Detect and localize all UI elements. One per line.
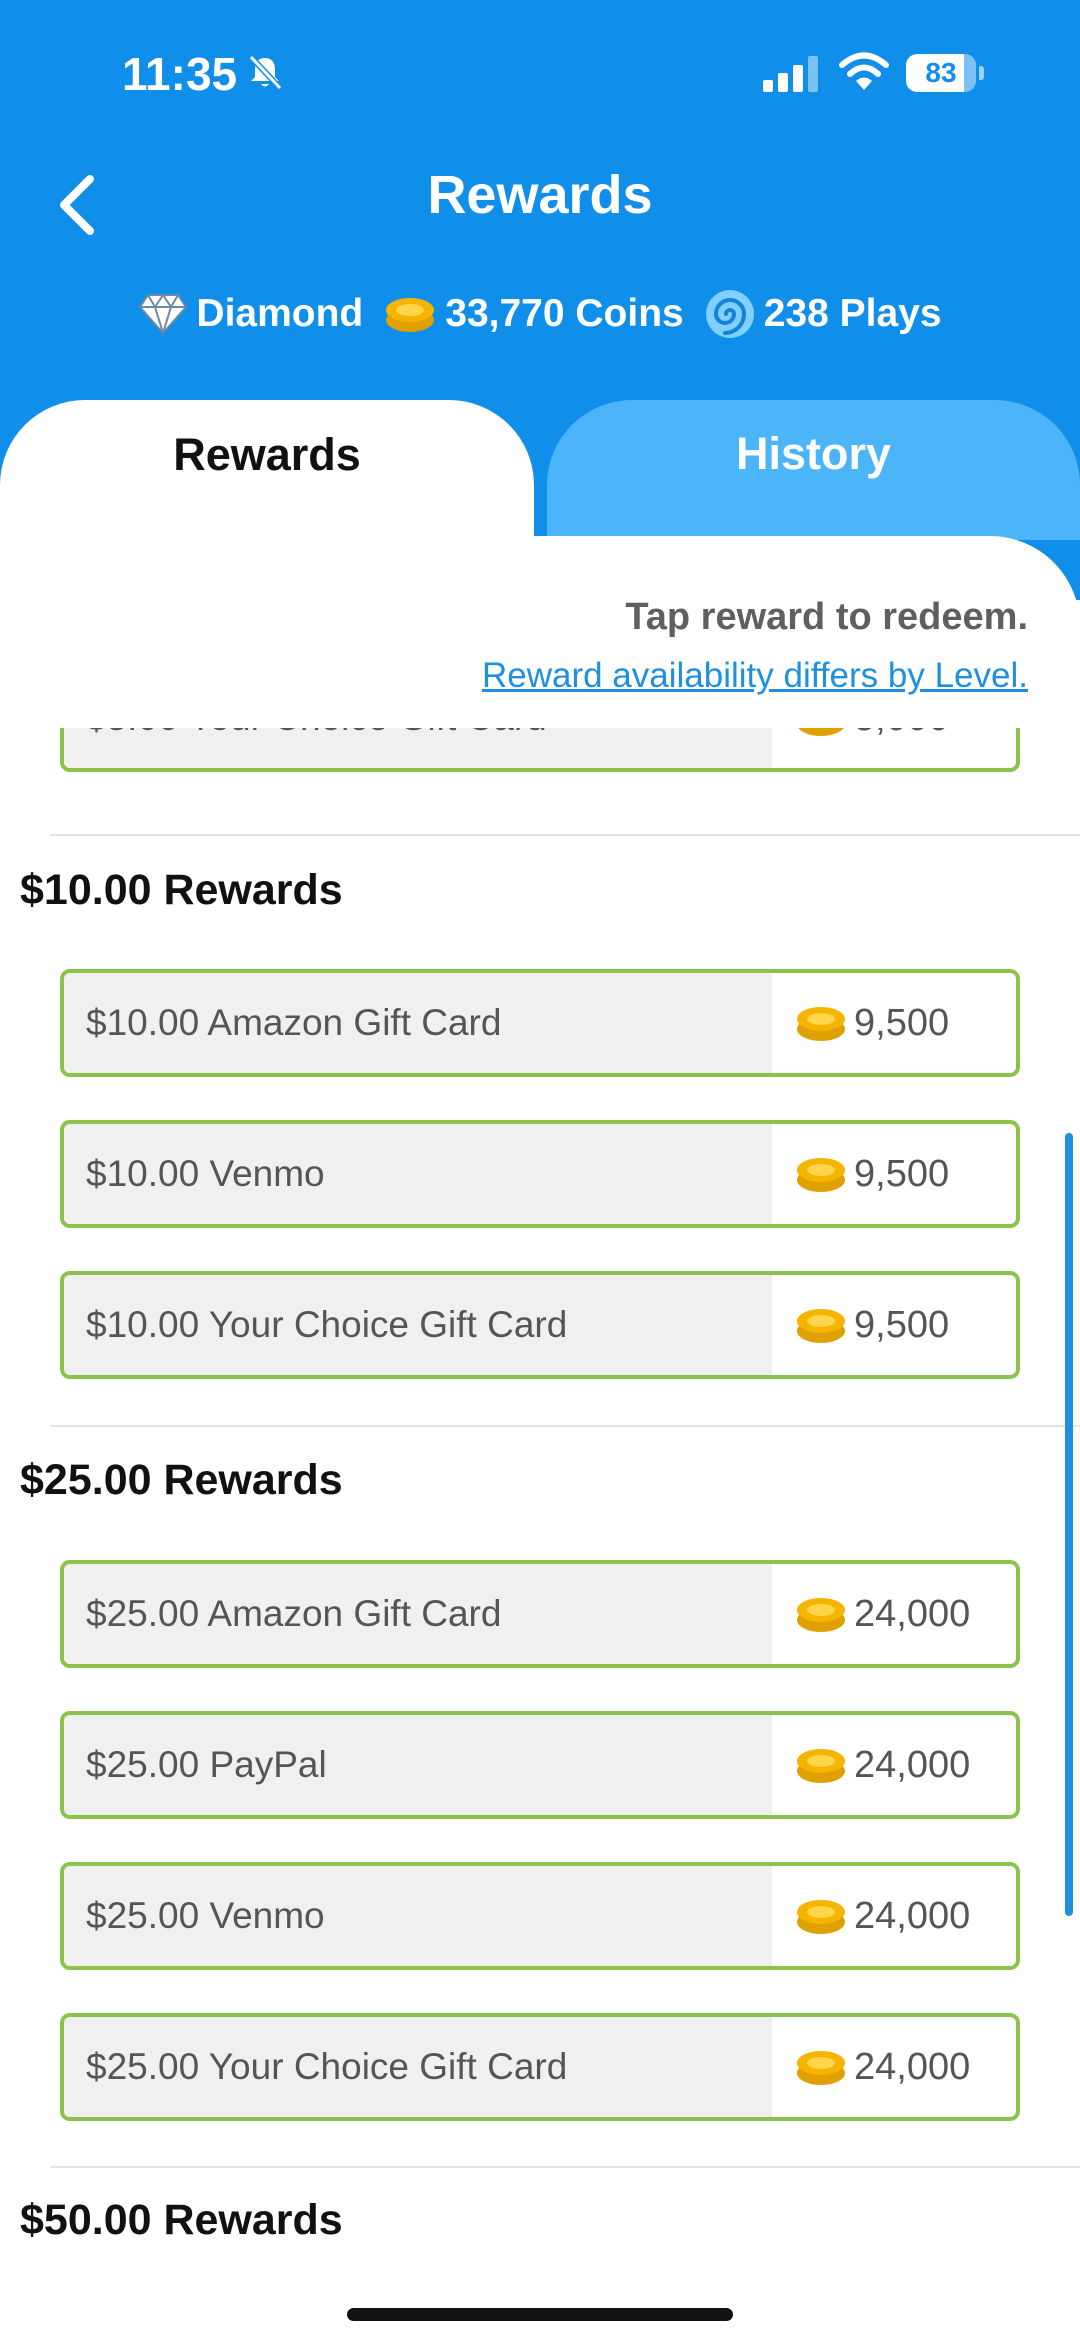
availability-link[interactable]: Reward availability differs by Level.	[482, 651, 1028, 701]
coins-label: 33,770 Coins	[445, 292, 684, 335]
scrollbar[interactable]	[1065, 1133, 1073, 1916]
diamond-icon	[139, 293, 188, 336]
reward-cost: 24,000	[794, 1564, 970, 1664]
swirl-icon	[705, 290, 754, 338]
reward-cost-value: 9,500	[854, 1152, 950, 1195]
status-time: 11:35	[122, 48, 238, 100]
reward-cost-value: 9,500	[854, 1303, 950, 1346]
reward-cost-value: 24,000	[854, 1743, 971, 1786]
reward-name: $25.00 Venmo	[64, 1866, 772, 1966]
coin-stack-icon	[797, 1309, 845, 1343]
section-title: $10.00 Rewards	[20, 866, 343, 914]
reward-row[interactable]: $5.00 Your Choice Gift Card 5,000	[60, 728, 1020, 772]
coin-stack-icon	[797, 1158, 845, 1192]
cellular-signal-icon	[763, 56, 818, 92]
plays-label: 238 Plays	[763, 292, 942, 335]
tab-history[interactable]: History	[547, 400, 1080, 540]
reward-name: $10.00 Amazon Gift Card	[64, 973, 772, 1073]
section-divider	[50, 1425, 1080, 1427]
reward-list[interactable]: $5.00 Your Choice Gift Card 5,000 $10.00…	[0, 728, 1080, 2341]
reward-cost: 9,500	[794, 1124, 949, 1224]
reward-row[interactable]: $25.00 Venmo 24,000	[60, 1862, 1020, 1970]
reward-cost-value: 9,500	[854, 1001, 950, 1044]
coin-stack-icon	[797, 1007, 845, 1041]
reward-cost: 9,500	[794, 973, 949, 1073]
reward-row[interactable]: $25.00 PayPal 24,000	[60, 1711, 1020, 1819]
reward-cost-value: 24,000	[854, 1894, 971, 1937]
reward-row[interactable]: $10.00 Amazon Gift Card 9,500	[60, 969, 1020, 1077]
coin-stack-icon	[797, 2051, 845, 2085]
reward-cost-value: 24,000	[854, 1592, 971, 1635]
coin-stack-icon	[798, 728, 844, 736]
home-indicator[interactable]	[347, 2308, 733, 2321]
bell-slash-icon	[248, 54, 283, 91]
reward-cost: 24,000	[794, 2017, 970, 2117]
reward-cost: 24,000	[794, 1866, 970, 1966]
reward-name: $25.00 PayPal	[64, 1715, 772, 1815]
coins-stat: 33,770 Coins	[383, 292, 684, 336]
reward-cost-value: 24,000	[854, 2045, 971, 2088]
section-title: $25.00 Rewards	[20, 1456, 343, 1504]
coin-stack-icon	[797, 1900, 845, 1934]
user-stats: Diamond 33,770 Coins 238 Plays	[0, 286, 1080, 342]
reward-row[interactable]: $25.00 Your Choice Gift Card 24,000	[60, 2013, 1020, 2121]
reward-cost: 24,000	[794, 1715, 970, 1815]
redeem-hint: Tap reward to redeem.	[625, 596, 1028, 638]
section-divider	[50, 2166, 1080, 2168]
coin-stack-icon	[797, 1598, 845, 1632]
section-title: $50.00 Rewards	[20, 2196, 343, 2244]
battery-cap	[979, 66, 984, 80]
reward-name: $5.00 Your Choice Gift Card	[64, 728, 772, 768]
wifi-icon	[839, 52, 889, 90]
tab-rewards[interactable]: Rewards	[0, 400, 534, 540]
reward-name: $10.00 Your Choice Gift Card	[64, 1275, 772, 1375]
reward-cost: 9,500	[794, 1275, 949, 1375]
reward-name: $25.00 Amazon Gift Card	[64, 1564, 772, 1664]
battery-percent: 83	[925, 57, 957, 88]
level-stat: Diamond	[138, 292, 363, 336]
battery-indicator: 83	[906, 54, 984, 92]
reward-row[interactable]: $10.00 Venmo 9,500	[60, 1120, 1020, 1228]
page-title: Rewards	[427, 165, 653, 225]
level-label: Diamond	[196, 292, 364, 335]
coin-stack-icon	[797, 1749, 845, 1783]
section-divider	[50, 834, 1080, 836]
reward-cost-value: 5,000	[854, 728, 949, 740]
reward-cost: 5,000	[794, 728, 949, 768]
reward-row[interactable]: $10.00 Your Choice Gift Card 9,500	[60, 1271, 1020, 1379]
coin-stack-icon	[386, 298, 435, 332]
plays-stat: 238 Plays	[704, 288, 942, 340]
reward-row[interactable]: $25.00 Amazon Gift Card 24,000	[60, 1560, 1020, 1668]
reward-name: $25.00 Your Choice Gift Card	[64, 2017, 772, 2117]
reward-name: $10.00 Venmo	[64, 1124, 772, 1224]
